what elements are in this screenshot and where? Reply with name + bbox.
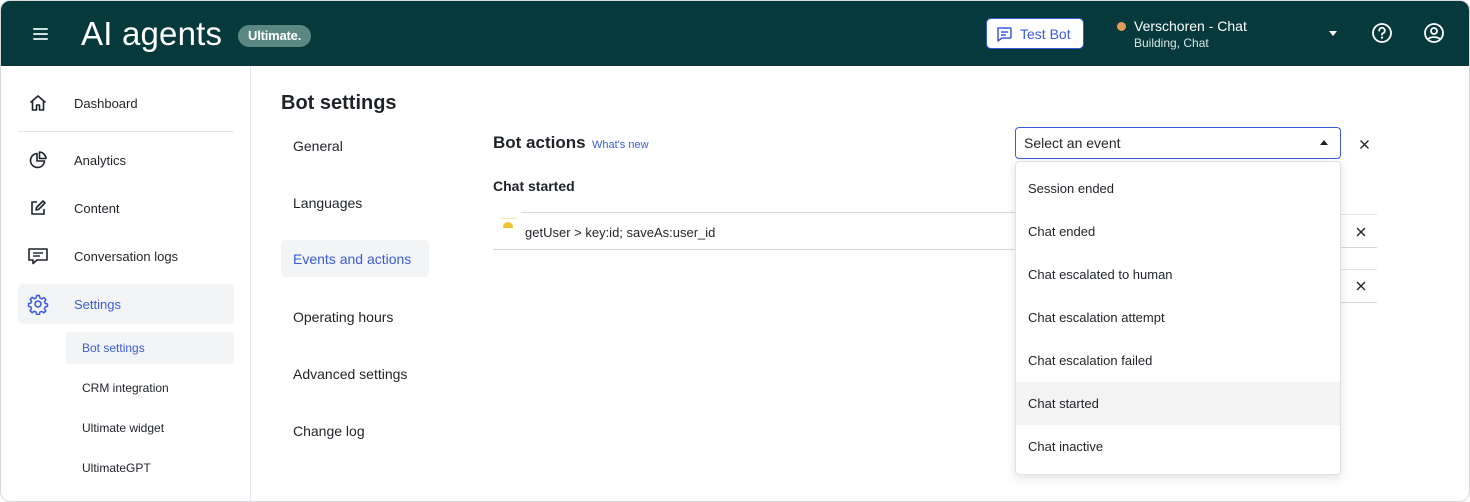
sidebar-subitem-label: Ultimate widget [82,421,165,435]
close-icon[interactable] [1359,137,1370,149]
dropdown-option-label: Session ended [1028,181,1115,196]
close-icon[interactable] [1355,279,1367,291]
sidebar-item-label: Settings [74,296,121,312]
sidebar-subitem-crm-integration[interactable]: CRM integration [66,372,234,404]
bot-status-text: Building, Chat [1134,36,1209,50]
tab-label: General [293,137,343,154]
tab-change-log[interactable]: Change log [281,412,429,449]
app-title: AI agents [81,15,223,52]
sidebar-subitem-ultimate-widget[interactable]: Ultimate widget [66,412,234,444]
pie-chart-icon [27,149,49,171]
caret-down-icon [1329,31,1337,36]
section-title: Bot actions [493,133,586,152]
tab-label: Languages [293,194,363,211]
sidebar-subitem-label: UltimateGPT [82,461,151,475]
gear-icon [27,293,49,315]
tab-label: Advanced settings [293,365,408,382]
tab-events-and-actions[interactable]: Events and actions [281,240,429,277]
event-dropdown-menu: Session ended Chat ended Chat escalated … [1015,161,1341,475]
dropdown-option-chat-escalation-failed[interactable]: Chat escalation failed [1016,339,1340,382]
plan-badge: Ultimate. [238,25,312,47]
sidebar-subitem-label: Bot settings [82,341,145,355]
close-icon[interactable] [1355,225,1367,237]
test-bot-label: Test Bot [1020,25,1071,42]
home-icon [27,92,49,114]
tab-operating-hours[interactable]: Operating hours [281,298,429,335]
tab-general[interactable]: General [281,127,429,164]
sidebar-item-label: Conversation logs [74,248,179,264]
tab-languages[interactable]: Languages [281,184,429,221]
event-heading: Chat started [493,178,575,194]
account-icon[interactable] [1423,22,1445,44]
page-title: Bot settings [281,92,397,114]
chat-bubble-icon [997,26,1012,42]
action-input[interactable] [525,223,1015,241]
sidebar-item-label: Dashboard [74,95,138,111]
sidebar-subitem-ultimategpt[interactable]: UltimateGPT [66,452,234,484]
bot-name: Verschoren - Chat [1134,18,1247,34]
sidebar-item-settings[interactable]: Settings [18,284,234,324]
tab-label: Operating hours [293,308,394,325]
sidebar: Dashboard Analytics Content Conversation… [1,66,251,501]
chat-icon [27,245,49,267]
dropdown-option-chat-started[interactable]: Chat started [1016,382,1340,425]
action-row-divider [521,212,1016,213]
sidebar-item-dashboard[interactable]: Dashboard [18,83,234,123]
dropdown-option-label: Chat ended [1028,224,1096,239]
sidebar-item-conversation-logs[interactable]: Conversation logs [18,236,234,276]
dropdown-option-chat-ended[interactable]: Chat ended [1016,210,1340,253]
caret-up-icon [1320,140,1328,145]
event-select[interactable]: Select an event [1015,127,1341,159]
action-status-icon [503,222,513,228]
tab-label: Change log [293,422,365,439]
sidebar-item-label: Content [74,200,120,216]
action-row-divider [493,249,1016,250]
test-bot-button[interactable]: Test Bot [986,18,1084,49]
edit-icon [27,197,49,219]
dropdown-option-chat-escalation-attempt[interactable]: Chat escalation attempt [1016,296,1340,339]
dropdown-option-label: Chat escalated to human [1028,267,1173,282]
sidebar-divider [18,131,234,132]
help-icon[interactable] [1371,22,1393,44]
dropdown-option-label: Chat inactive [1028,439,1104,454]
action-row-accent [500,218,517,219]
tab-label: Events and actions [293,250,412,267]
dropdown-option-label: Chat started [1028,396,1099,411]
dropdown-option-label: Chat escalation attempt [1028,310,1165,325]
bot-status-dot [1117,22,1126,31]
sidebar-item-content[interactable]: Content [18,188,234,228]
dropdown-option-session-ended[interactable]: Session ended [1016,167,1340,210]
bot-selector[interactable]: Verschoren - Chat Building, Chat [1117,17,1347,51]
top-bar: AI agents Ultimate. Test Bot Verschoren … [1,1,1469,66]
whats-new-link[interactable]: What's new [592,139,649,151]
tab-advanced-settings[interactable]: Advanced settings [281,355,429,392]
app-window: AI agents Ultimate. Test Bot Verschoren … [0,0,1470,502]
event-select-placeholder: Select an event [1024,135,1121,151]
sidebar-subitem-label: CRM integration [82,381,169,395]
sidebar-item-analytics[interactable]: Analytics [18,140,234,180]
dropdown-option-chat-inactive[interactable]: Chat inactive [1016,425,1340,468]
sidebar-item-label: Analytics [74,152,127,168]
dropdown-option-label: Chat escalation failed [1028,353,1153,368]
sidebar-subitem-bot-settings[interactable]: Bot settings [66,332,234,364]
menu-icon[interactable] [30,23,52,45]
dropdown-option-chat-escalated-to-human[interactable]: Chat escalated to human [1016,253,1340,296]
